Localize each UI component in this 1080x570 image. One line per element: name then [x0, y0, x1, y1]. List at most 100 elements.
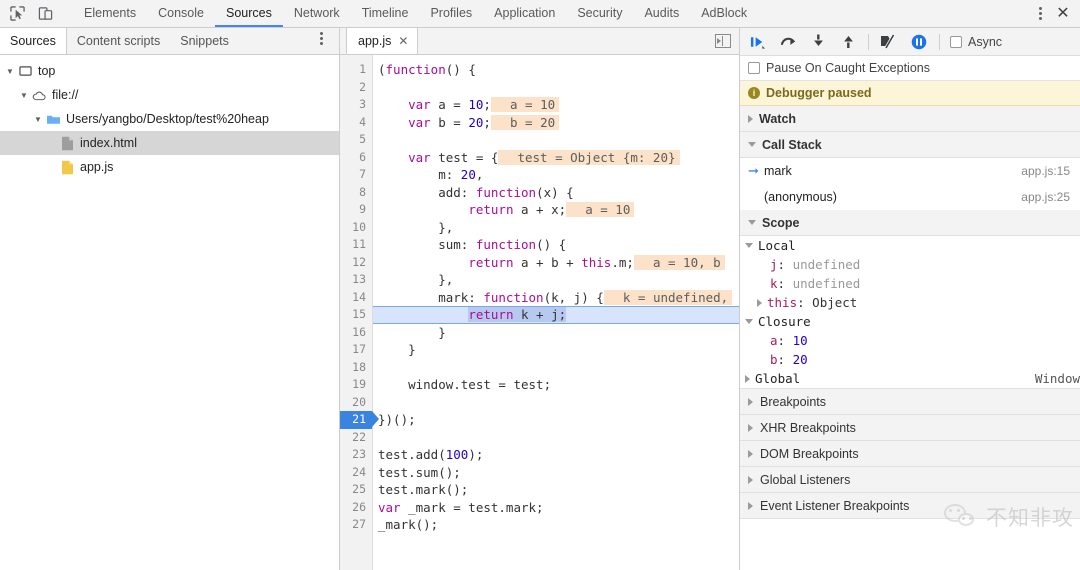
- code-line[interactable]: _mark();: [373, 516, 739, 534]
- resume-script-execution-icon[interactable]: [748, 32, 768, 52]
- tree-item-index-html[interactable]: ▼ index.html: [0, 131, 339, 155]
- tab-adblock[interactable]: AdBlock: [690, 0, 758, 27]
- scope-entry-b[interactable]: b: 20: [740, 350, 1080, 369]
- code-line[interactable]: [373, 394, 739, 412]
- code-line[interactable]: return a + b + this.m; a = 10, b: [373, 254, 739, 272]
- chevron-right-icon[interactable]: [748, 450, 753, 458]
- tree-item-file-origin[interactable]: ▼ file://: [0, 83, 339, 107]
- line-number[interactable]: 7: [340, 166, 372, 184]
- code-line[interactable]: window.test = test;: [373, 376, 739, 394]
- code-line[interactable]: add: function(x) {: [373, 184, 739, 202]
- chevron-down-icon[interactable]: [748, 142, 756, 147]
- nav-tab-sources[interactable]: Sources: [0, 28, 67, 54]
- code-line[interactable]: [373, 429, 739, 447]
- close-devtools-icon[interactable]: ✕: [1052, 3, 1074, 25]
- line-number[interactable]: 11: [340, 236, 372, 254]
- code-line[interactable]: m: 20,: [373, 166, 739, 184]
- chevron-right-icon[interactable]: [748, 476, 753, 484]
- chevron-down-icon[interactable]: [745, 243, 753, 248]
- tab-audits[interactable]: Audits: [633, 0, 690, 27]
- line-number[interactable]: 8: [340, 184, 372, 202]
- tree-item-top[interactable]: ▼ top: [0, 59, 339, 83]
- line-number[interactable]: 20: [340, 394, 372, 412]
- chevron-right-icon[interactable]: [748, 115, 753, 123]
- section-call-stack[interactable]: Call Stack: [740, 132, 1080, 158]
- section-watch[interactable]: Watch: [740, 106, 1080, 132]
- chevron-down-icon[interactable]: [745, 319, 753, 324]
- inspect-element-icon[interactable]: [6, 4, 28, 24]
- step-over-next-function-call-icon[interactable]: [778, 32, 798, 52]
- line-number[interactable]: 2: [340, 79, 372, 97]
- section-global-listeners[interactable]: Global Listeners: [740, 467, 1080, 493]
- scope-entry-k[interactable]: k: undefined: [740, 274, 1080, 293]
- code-line[interactable]: [373, 131, 739, 149]
- chevron-right-icon[interactable]: [748, 424, 753, 432]
- panel-toggle-icon[interactable]: [715, 34, 731, 48]
- tab-console[interactable]: Console: [147, 0, 215, 27]
- line-number[interactable]: 17: [340, 341, 372, 359]
- line-number[interactable]: 15: [340, 306, 372, 324]
- code-line[interactable]: mark: function(k, j) { k = undefined,: [373, 289, 739, 307]
- line-number[interactable]: 24: [340, 464, 372, 482]
- tab-elements[interactable]: Elements: [73, 0, 147, 27]
- chevron-right-icon[interactable]: [748, 398, 753, 406]
- code-line[interactable]: var b = 20; b = 20: [373, 114, 739, 132]
- line-number-gutter[interactable]: 1234567891011121314151617181920212223242…: [340, 55, 373, 570]
- line-number[interactable]: 6: [340, 149, 372, 167]
- step-out-of-current-function-icon[interactable]: [838, 32, 858, 52]
- chevron-right-icon[interactable]: [757, 299, 762, 307]
- code-line[interactable]: },: [373, 271, 739, 289]
- tab-timeline[interactable]: Timeline: [351, 0, 420, 27]
- code-line[interactable]: var _mark = test.mark;: [373, 499, 739, 517]
- tree-item-folder[interactable]: ▼ Users/yangbo/Desktop/test%20heap: [0, 107, 339, 131]
- call-stack-frame-anonymous[interactable]: (anonymous) app.js:25: [740, 184, 1080, 210]
- pause-on-caught-exceptions-checkbox[interactable]: [748, 62, 760, 74]
- tab-profiles[interactable]: Profiles: [419, 0, 483, 27]
- section-breakpoints[interactable]: Breakpoints: [740, 389, 1080, 415]
- code-line[interactable]: },: [373, 219, 739, 237]
- section-scope[interactable]: Scope: [740, 210, 1080, 236]
- async-checkbox-row[interactable]: Async: [950, 35, 1002, 49]
- line-number[interactable]: 26: [340, 499, 372, 517]
- code-line-executing[interactable]: return k + j;: [373, 306, 739, 324]
- code-line[interactable]: }: [373, 341, 739, 359]
- scope-group-local[interactable]: Local: [740, 236, 1080, 255]
- twisty-down-icon[interactable]: ▼: [18, 91, 30, 100]
- deactivate-breakpoints-icon[interactable]: [879, 32, 899, 52]
- line-number[interactable]: 21: [340, 411, 372, 429]
- code-line[interactable]: sum: function() {: [373, 236, 739, 254]
- scope-entry-a[interactable]: a: 10: [740, 331, 1080, 350]
- tab-security[interactable]: Security: [566, 0, 633, 27]
- device-toolbar-icon[interactable]: [34, 4, 56, 24]
- line-number[interactable]: 12: [340, 254, 372, 272]
- line-number[interactable]: 4: [340, 114, 372, 132]
- source-code[interactable]: (function() { var a = 10; a = 10 var b =…: [373, 55, 739, 570]
- scope-group-global[interactable]: Global Window: [740, 369, 1080, 388]
- line-number[interactable]: 16: [340, 324, 372, 342]
- code-line[interactable]: test.sum();: [373, 464, 739, 482]
- line-number[interactable]: 25: [340, 481, 372, 499]
- navigator-more-options-icon[interactable]: [311, 28, 331, 48]
- chevron-right-icon[interactable]: [745, 375, 750, 383]
- line-number[interactable]: 18: [340, 359, 372, 377]
- line-number[interactable]: 5: [340, 131, 372, 149]
- close-icon[interactable]: ✕: [398, 35, 408, 47]
- show-navigator-toggle[interactable]: [715, 28, 739, 54]
- code-line[interactable]: var a = 10; a = 10: [373, 96, 739, 114]
- async-checkbox[interactable]: [950, 36, 962, 48]
- chevron-down-icon[interactable]: [748, 220, 756, 225]
- line-number[interactable]: 10: [340, 219, 372, 237]
- tab-sources[interactable]: Sources: [215, 0, 283, 27]
- section-event-listener-breakpoints[interactable]: Event Listener Breakpoints: [740, 493, 1080, 519]
- line-number[interactable]: 9: [340, 201, 372, 219]
- code-line[interactable]: [373, 79, 739, 97]
- line-number[interactable]: 14: [340, 289, 372, 307]
- line-number[interactable]: 19: [340, 376, 372, 394]
- editor-tab-app-js[interactable]: app.js ✕: [346, 28, 418, 54]
- code-line[interactable]: [373, 359, 739, 377]
- chevron-right-icon[interactable]: [748, 502, 753, 510]
- tab-application[interactable]: Application: [483, 0, 566, 27]
- twisty-down-icon[interactable]: ▼: [4, 67, 16, 76]
- section-xhr-breakpoints[interactable]: XHR Breakpoints: [740, 415, 1080, 441]
- code-line[interactable]: test.mark();: [373, 481, 739, 499]
